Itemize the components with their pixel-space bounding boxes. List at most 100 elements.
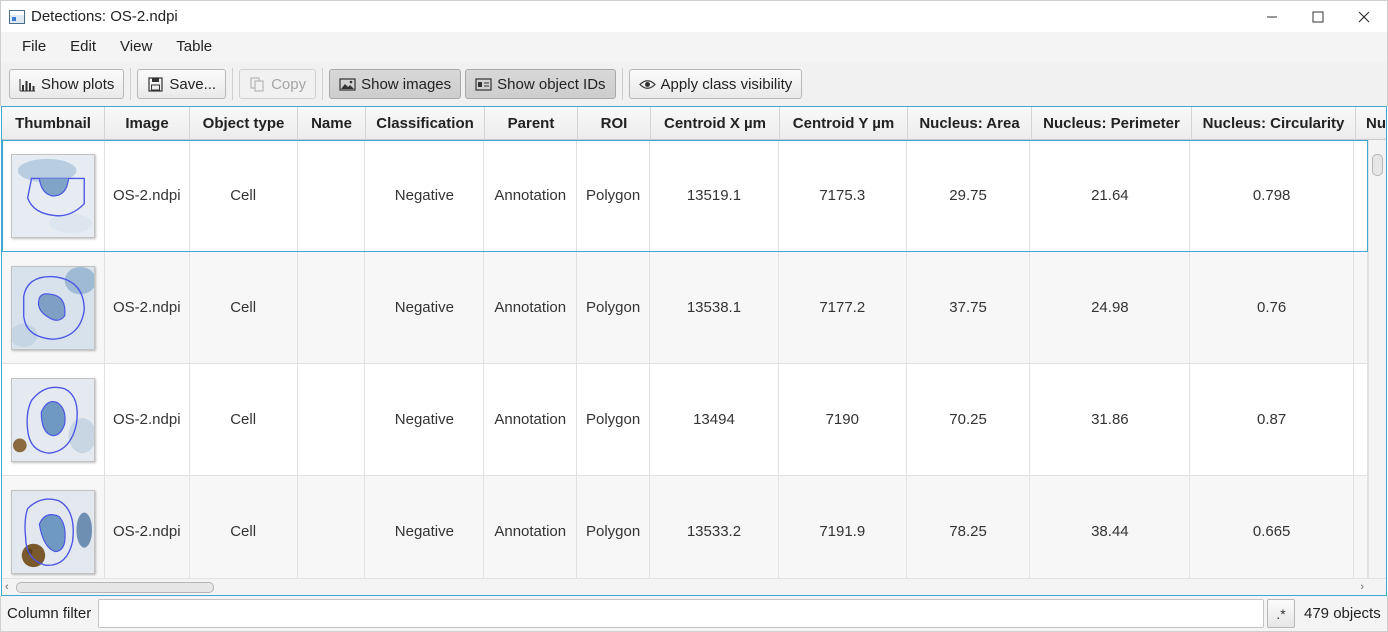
toolbar-separator	[232, 68, 234, 100]
thumbnail-cell	[2, 476, 105, 578]
cell-thumbnail	[10, 377, 95, 462]
thumbnail-cell	[2, 252, 105, 363]
nucleus-area-cell: 37.75	[907, 252, 1031, 363]
nucleus-area-cell: 70.25	[907, 364, 1031, 475]
app-icon	[9, 9, 25, 24]
centroid-y-cell: 7190	[779, 364, 907, 475]
roi-cell: Polygon	[577, 364, 651, 475]
object-type-cell: Cell	[190, 140, 298, 251]
table-row[interactable]: OS-2.ndpi Cell Negative Annotation Polyg…	[2, 252, 1368, 364]
parent-cell: Annotation	[484, 364, 578, 475]
regex-toggle-button[interactable]: .*	[1267, 599, 1295, 628]
image-cell: OS-2.ndpi	[105, 140, 190, 251]
show-images-label: Show images	[361, 75, 452, 93]
cell-thumbnail	[10, 265, 95, 350]
object-type-cell: Cell	[190, 364, 298, 475]
menu-file[interactable]: File	[10, 32, 58, 62]
title-bar: Detections: OS-2.ndpi	[0, 0, 1388, 32]
menu-view[interactable]: View	[108, 32, 164, 62]
maximize-icon	[1312, 11, 1324, 23]
detections-table[interactable]: Thumbnail Image Object type Name Classif…	[1, 106, 1387, 596]
parent-cell: Annotation	[484, 252, 578, 363]
show-plots-button[interactable]: Show plots	[9, 69, 125, 99]
horizontal-scroll-thumb[interactable]	[16, 582, 214, 593]
window-title: Detections: OS-2.ndpi	[31, 8, 178, 25]
truncated-cell	[1354, 252, 1368, 363]
classification-cell: Negative	[365, 252, 485, 363]
classification-cell: Negative	[365, 476, 485, 578]
image-cell: OS-2.ndpi	[105, 252, 190, 363]
truncated-cell	[1354, 364, 1368, 475]
nucleus-circularity-cell: 0.665	[1190, 476, 1355, 578]
column-header[interactable]: ROI	[578, 107, 651, 140]
nucleus-perimeter-cell: 31.86	[1030, 364, 1191, 475]
scroll-left-icon[interactable]: ‹	[5, 581, 9, 593]
nucleus-area-cell: 78.25	[907, 476, 1031, 578]
toolbar-separator	[322, 68, 324, 100]
show-object-ids-toggle[interactable]: Show object IDs	[465, 69, 616, 99]
minimize-button[interactable]	[1249, 1, 1295, 33]
table-row[interactable]: OS-2.ndpi Cell Negative Annotation Polyg…	[2, 364, 1368, 476]
column-header[interactable]: Nucleus: Perimeter	[1032, 107, 1192, 140]
nucleus-area-cell: 29.75	[907, 140, 1031, 251]
id-card-icon	[475, 77, 492, 91]
show-images-toggle[interactable]: Show images	[329, 69, 462, 99]
maximize-button[interactable]	[1295, 1, 1341, 33]
close-button[interactable]	[1341, 1, 1387, 33]
column-header[interactable]: Classification	[366, 107, 485, 140]
save-icon	[148, 76, 163, 92]
column-header[interactable]: Image	[105, 107, 190, 140]
nucleus-circularity-cell: 0.87	[1190, 364, 1355, 475]
toolbar-separator	[130, 68, 132, 100]
vertical-scrollbar[interactable]	[1368, 140, 1386, 578]
image-cell: OS-2.ndpi	[105, 476, 190, 578]
name-cell	[298, 364, 366, 475]
window-controls	[1249, 1, 1387, 33]
copy-icon	[250, 77, 264, 91]
nucleus-circularity-cell: 0.76	[1190, 252, 1355, 363]
menu-edit[interactable]: Edit	[58, 32, 108, 62]
column-header[interactable]: Name	[298, 107, 366, 140]
centroid-y-cell: 7177.2	[779, 252, 907, 363]
centroid-x-cell: 13538.1	[650, 252, 779, 363]
column-header[interactable]: Thumbnail	[2, 107, 105, 140]
roi-cell: Polygon	[577, 140, 651, 251]
save-button[interactable]: Save...	[137, 69, 227, 99]
horizontal-scrollbar[interactable]: ‹ ›	[2, 578, 1386, 595]
menu-table[interactable]: Table	[164, 32, 224, 62]
parent-cell: Annotation	[484, 476, 578, 578]
apply-class-visibility-label: Apply class visibility	[660, 75, 793, 93]
cell-thumbnail	[10, 489, 95, 574]
apply-class-visibility-button[interactable]: Apply class visibility	[628, 69, 803, 99]
nucleus-perimeter-cell: 38.44	[1030, 476, 1191, 578]
column-filter-input[interactable]	[98, 599, 1264, 628]
centroid-x-cell: 13519.1	[650, 140, 779, 251]
table-row[interactable]: OS-2.ndpi Cell Negative Annotation Polyg…	[2, 476, 1368, 578]
eye-icon	[638, 79, 656, 89]
name-cell	[298, 140, 366, 251]
column-header[interactable]: Centroid X µm	[651, 107, 780, 140]
filter-bar: Column filter .* 479 objects	[0, 596, 1388, 632]
table-body: OS-2.ndpi Cell Negative Annotation Polyg…	[2, 140, 1368, 578]
menu-bar: File Edit View Table	[0, 32, 1388, 62]
column-header[interactable]: Parent	[485, 107, 578, 140]
column-header[interactable]: Object type	[190, 107, 298, 140]
column-header[interactable]: Nucleus: Circularity	[1192, 107, 1356, 140]
scroll-right-icon[interactable]: ›	[1360, 581, 1364, 593]
centroid-y-cell: 7175.3	[779, 140, 907, 251]
save-label: Save...	[169, 75, 217, 93]
classification-cell: Negative	[365, 140, 485, 251]
table-header: Thumbnail Image Object type Name Classif…	[2, 107, 1386, 140]
table-row[interactable]: OS-2.ndpi Cell Negative Annotation Polyg…	[2, 140, 1368, 252]
object-type-cell: Cell	[190, 252, 298, 363]
column-header[interactable]: Centroid Y µm	[780, 107, 908, 140]
column-header[interactable]: Nucleus: Area	[908, 107, 1032, 140]
toolbar-separator	[621, 68, 623, 100]
show-plots-label: Show plots	[41, 75, 115, 93]
centroid-x-cell: 13533.2	[650, 476, 779, 578]
close-icon	[1358, 11, 1370, 23]
thumbnail-cell	[2, 140, 105, 251]
copy-button[interactable]: Copy	[239, 69, 317, 99]
vertical-scroll-thumb[interactable]	[1372, 154, 1383, 176]
column-header[interactable]: Nu	[1356, 107, 1386, 140]
